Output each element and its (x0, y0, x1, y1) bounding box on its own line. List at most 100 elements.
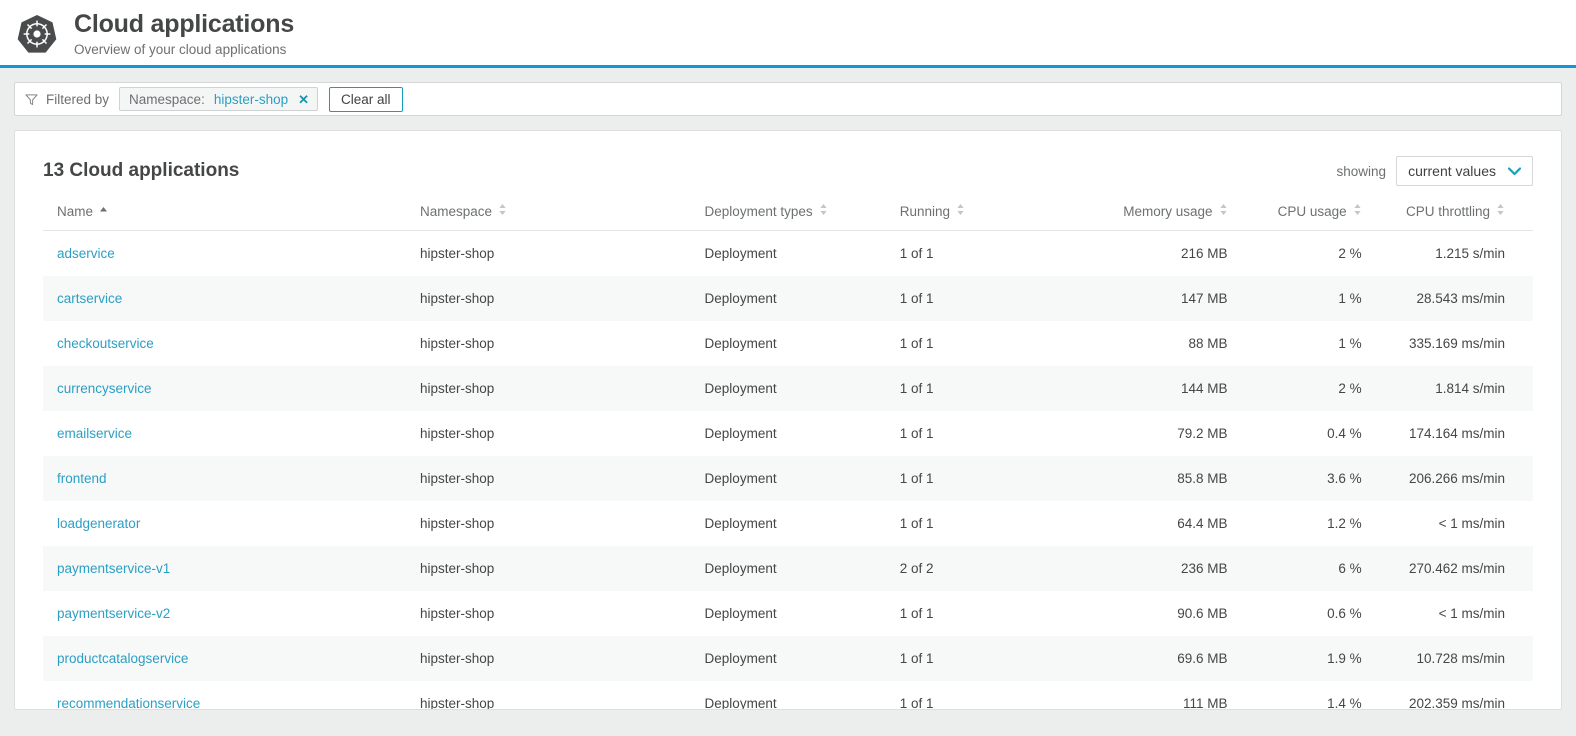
cell-name: paymentservice-v2 (43, 591, 420, 636)
cell-memory-usage: 236 MB (1048, 546, 1228, 591)
filtered-by-label: Filtered by (46, 91, 110, 107)
filter-chip-namespace[interactable]: Namespace: hipster-shop ✕ (119, 87, 319, 111)
application-link[interactable]: checkoutservice (57, 336, 154, 351)
column-label-cpu-throttling: CPU throttling (1405, 203, 1490, 219)
column-label-name: Name (57, 203, 94, 219)
cell-cpu-usage: 1 % (1227, 276, 1362, 321)
cell-name: loadgenerator (43, 501, 420, 546)
cell-name: adservice (43, 231, 420, 277)
cell-cpu-throttling: 1.814 s/min (1361, 366, 1533, 411)
cell-deployment-type: Deployment (704, 636, 900, 681)
cell-deployment-type: Deployment (704, 276, 900, 321)
cell-deployment-type: Deployment (704, 246, 777, 261)
cell-name: emailservice (43, 411, 420, 456)
sort-asc-icon (99, 204, 108, 219)
page-header: Cloud applications Overview of your clou… (0, 0, 1576, 68)
card-heading: 13 Cloud applications (43, 160, 240, 181)
table-body: adservice hipster-shop Deployment 1 of 1 216… (43, 231, 1533, 710)
cell-cpu-usage: 1.2 % (1327, 516, 1362, 531)
showing-control: showing current values (1337, 156, 1533, 186)
sort-none-icon (956, 203, 965, 219)
cell-namespace: hipster-shop (419, 516, 495, 531)
application-link[interactable]: frontend (57, 471, 107, 486)
table-row: paymentservice-v2 hipster-shop Deployment 1… (43, 591, 1533, 636)
filter-chip-key: Namespace: (129, 91, 205, 107)
cell-name: checkoutservice (43, 321, 420, 366)
application-link[interactable]: emailservice (57, 426, 132, 441)
application-link[interactable]: paymentservice-v2 (57, 606, 170, 621)
cell-cpu-throttling: 335.169 ms/min (1408, 336, 1505, 351)
table-row: productcatalogservice hipster-shop Deploym… (43, 636, 1533, 681)
column-header-running[interactable]: Running (899, 193, 1049, 231)
column-header-name[interactable]: Name (43, 193, 420, 231)
cell-cpu-throttling: 1.215 s/min (1435, 246, 1505, 261)
sort-none-icon (819, 203, 828, 219)
cell-memory-usage: 64.4 MB (1177, 516, 1228, 531)
filter-chip-value: hipster-shop (213, 91, 289, 107)
table-row: emailservice hipster-shop Deployment 1 of 1… (43, 411, 1533, 456)
table-row: paymentservice-v1 hipster-shop Deployment 2… (43, 546, 1533, 591)
cell-namespace: hipster-shop (419, 246, 495, 261)
cell-cpu-usage: 1.4 % (1327, 696, 1362, 710)
column-label-cpu-usage: CPU usage (1277, 203, 1347, 219)
cell-cpu-usage: 2 % (1338, 246, 1362, 261)
cell-cpu-throttling: 202.359 ms/min (1408, 696, 1505, 710)
close-icon[interactable]: ✕ (297, 93, 310, 106)
cell-namespace: hipster-shop (419, 546, 705, 591)
cell-memory-usage: 79.2 MB (1177, 426, 1228, 441)
cell-memory-usage: 88 MB (1188, 336, 1228, 351)
column-label-running: Running (899, 203, 951, 219)
cell-name: cartservice (43, 276, 420, 321)
application-link[interactable]: productcatalogservice (57, 651, 188, 666)
column-header-namespace[interactable]: Namespace (419, 193, 705, 231)
application-link[interactable]: recommendationservice (57, 696, 200, 709)
card-region: 13 Cloud applications showing current va… (0, 116, 1576, 710)
cell-deployment-type: Deployment (704, 696, 777, 710)
cell-deployment-type: Deployment (704, 456, 900, 501)
cell-deployment-type: Deployment (704, 336, 777, 351)
cell-memory-usage: 85.8 MB (1048, 456, 1228, 501)
table-row: checkoutservice hipster-shop Deployment 1 o… (43, 321, 1533, 366)
cell-cpu-throttling: 28.543 ms/min (1361, 276, 1533, 321)
application-link[interactable]: adservice (57, 246, 115, 261)
cell-running: 1 of 1 (899, 606, 934, 621)
cell-memory-usage: 111 MB (1183, 696, 1228, 710)
column-header-deployment-types[interactable]: Deployment types (704, 193, 900, 231)
cell-deployment-type: Deployment (704, 366, 900, 411)
cell-memory-usage: 69.6 MB (1048, 636, 1228, 681)
column-header-cpu-throttling[interactable]: CPU throttling (1361, 193, 1533, 231)
application-link[interactable]: loadgenerator (57, 516, 140, 531)
cell-cpu-usage: 0.4 % (1327, 426, 1362, 441)
cell-memory-usage: 90.6 MB (1177, 606, 1228, 621)
cell-cpu-usage: 0.6 % (1327, 606, 1362, 621)
cell-running: 1 of 1 (899, 246, 934, 261)
application-link[interactable]: currencyservice (57, 381, 152, 396)
cell-name: currencyservice (43, 366, 420, 411)
cell-running: 1 of 1 (899, 276, 1049, 321)
cell-deployment-type: Deployment (704, 426, 777, 441)
header-title-block: Cloud applications Overview of your clou… (74, 8, 294, 59)
cell-cpu-throttling: < 1 ms/min (1438, 606, 1505, 621)
cell-namespace: hipster-shop (419, 366, 705, 411)
cloud-applications-card: 13 Cloud applications showing current va… (14, 130, 1562, 710)
column-header-cpu-usage[interactable]: CPU usage (1227, 193, 1362, 231)
showing-select[interactable]: current values (1396, 156, 1533, 186)
cell-running: 1 of 1 (899, 696, 934, 710)
sort-none-icon (1219, 203, 1228, 219)
page-subtitle: Overview of your cloud applications (74, 42, 287, 57)
cell-running: 1 of 1 (899, 516, 934, 531)
cell-cpu-throttling: 174.164 ms/min (1408, 426, 1505, 441)
application-link[interactable]: cartservice (57, 291, 122, 306)
column-header-memory-usage[interactable]: Memory usage (1048, 193, 1228, 231)
funnel-icon (23, 93, 38, 106)
sort-none-icon (498, 203, 507, 219)
cell-cpu-usage: 2 % (1227, 366, 1362, 411)
cell-cpu-throttling: 206.266 ms/min (1361, 456, 1533, 501)
filter-bar: Filtered by Namespace: hipster-shop ✕ Cl… (14, 82, 1562, 116)
cell-cpu-throttling: < 1 ms/min (1438, 516, 1505, 531)
application-link[interactable]: paymentservice-v1 (57, 561, 170, 576)
cell-cpu-usage: 3.6 % (1227, 456, 1362, 501)
cell-running: 2 of 2 (899, 546, 1049, 591)
cell-deployment-type: Deployment (704, 546, 900, 591)
clear-all-button[interactable]: Clear all (329, 86, 403, 112)
